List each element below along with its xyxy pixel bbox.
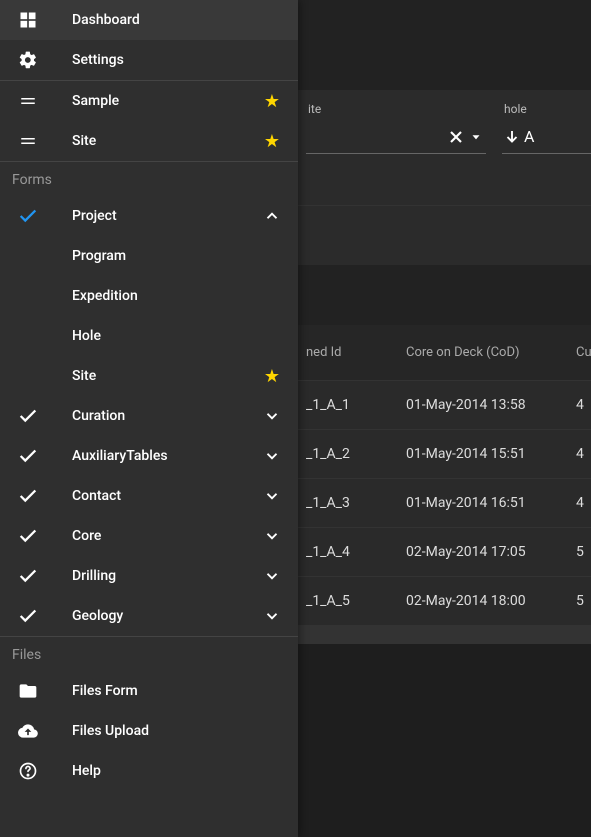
cell-cod: 01-May-2014 16:51 (406, 495, 576, 511)
table-row[interactable]: _1_A_2 01-May-2014 15:51 4 (298, 430, 591, 479)
col-header-cod[interactable]: Core on Deck (CoD) (406, 345, 576, 360)
check-icon (16, 604, 40, 628)
check-icon (16, 564, 40, 588)
cell-id: _1_A_1 (306, 397, 406, 413)
topbar (298, 0, 591, 90)
cell-id: _1_A_4 (306, 544, 406, 560)
check-icon (16, 404, 40, 428)
sidebar-group-auxiliary[interactable]: AuxiliaryTables (0, 436, 298, 476)
table-row[interactable]: _1_A_4 02-May-2014 17:05 5 (298, 528, 591, 577)
col-header-cur[interactable]: Cu (576, 345, 591, 360)
sidebar-item-label: Project (72, 208, 262, 224)
main-content: ite hole A (298, 0, 591, 837)
star-icon[interactable]: ★ (262, 131, 282, 152)
sidebar-item-label: Program (72, 248, 282, 264)
table-row[interactable]: _1_A_5 02-May-2014 18:00 5 (298, 577, 591, 626)
sidebar-item-label: AuxiliaryTables (72, 448, 262, 464)
data-table: ned Id Core on Deck (CoD) Cu _1_A_1 01-M… (298, 325, 591, 644)
sidebar-item-site[interactable]: Site ★ (0, 356, 298, 396)
table-header: ned Id Core on Deck (CoD) Cu (298, 325, 591, 381)
filter-hole[interactable]: hole A (502, 102, 591, 154)
cell-cur: 5 (576, 593, 591, 609)
sidebar-group-core[interactable]: Core (0, 516, 298, 556)
table-row[interactable]: _1_A_3 01-May-2014 16:51 4 (298, 479, 591, 528)
cell-cod: 01-May-2014 13:58 (406, 397, 576, 413)
chevron-down-icon (262, 527, 282, 545)
forms-section-header: Forms (0, 161, 298, 196)
sidebar-item-label: Help (72, 763, 282, 779)
sidebar-item-label: Expedition (72, 288, 282, 304)
sidebar-item-dashboard[interactable]: Dashboard (0, 0, 298, 40)
cell-cod: 02-May-2014 17:05 (406, 544, 576, 560)
check-icon (16, 484, 40, 508)
sidebar-item-label: Files Form (72, 683, 282, 699)
help-icon (16, 759, 40, 783)
sidebar-item-program[interactable]: Program (0, 236, 298, 276)
sidebar-item-sample[interactable]: Sample ★ (0, 81, 298, 121)
sidebar-group-project[interactable]: Project (0, 196, 298, 236)
sidebar-item-files-upload[interactable]: Files Upload (0, 711, 298, 751)
col-header-id[interactable]: ned Id (306, 345, 406, 360)
filter-value[interactable]: A (522, 127, 536, 146)
cell-cur: 4 (576, 446, 591, 462)
sidebar-item-label: Dashboard (72, 12, 282, 28)
cell-id: _1_A_2 (306, 446, 406, 462)
check-icon (16, 524, 40, 548)
sidebar-item-label: Core (72, 528, 262, 544)
sidebar-item-site-shortcut[interactable]: Site ★ (0, 121, 298, 161)
sidebar-item-label: Site (72, 368, 262, 384)
cloud-upload-icon (16, 719, 40, 743)
cell-cur: 4 (576, 397, 591, 413)
sidebar-item-label: Files Upload (72, 723, 282, 739)
cell-cur: 4 (576, 495, 591, 511)
filter-label: ite (306, 102, 486, 116)
sidebar-item-help[interactable]: Help (0, 751, 298, 791)
sidebar: Dashboard Settings Sample ★ Site ★ Forms (0, 0, 298, 837)
sidebar-item-label: Sample (72, 93, 262, 109)
chevron-up-icon (262, 207, 282, 225)
sidebar-item-label: Contact (72, 488, 262, 504)
check-icon (16, 444, 40, 468)
sidebar-group-drilling[interactable]: Drilling (0, 556, 298, 596)
cell-id: _1_A_3 (306, 495, 406, 511)
cell-cod: 01-May-2014 15:51 (406, 446, 576, 462)
chevron-down-icon (262, 487, 282, 505)
star-icon[interactable]: ★ (262, 91, 282, 112)
cell-id: _1_A_5 (306, 593, 406, 609)
dashboard-icon (16, 8, 40, 32)
sidebar-item-label: Site (72, 133, 262, 149)
menu-icon (16, 89, 40, 113)
menu-icon (16, 129, 40, 153)
sidebar-item-label: Hole (72, 328, 282, 344)
dropdown-ic-icon[interactable] (466, 130, 486, 144)
sidebar-item-settings[interactable]: Settings (0, 40, 298, 80)
table-row[interactable]: _1_A_1 01-May-2014 13:58 4 (298, 381, 591, 430)
cell-cod: 02-May-2014 18:00 (406, 593, 576, 609)
cell-cur: 5 (576, 544, 591, 560)
sidebar-item-label: Curation (72, 408, 262, 424)
sidebar-group-curation[interactable]: Curation (0, 396, 298, 436)
sidebar-group-geology[interactable]: Geology (0, 596, 298, 636)
sort-down-icon[interactable] (502, 128, 522, 146)
sidebar-item-label: Drilling (72, 568, 262, 584)
sidebar-item-label: Geology (72, 608, 262, 624)
chevron-down-icon (262, 407, 282, 425)
clear-icon[interactable] (446, 127, 466, 147)
gear-icon (16, 48, 40, 72)
chevron-down-icon (262, 607, 282, 625)
sidebar-item-expedition[interactable]: Expedition (0, 276, 298, 316)
filter-site[interactable]: ite (306, 102, 486, 154)
check-icon (16, 204, 40, 228)
sidebar-item-hole[interactable]: Hole (0, 316, 298, 356)
chevron-down-icon (262, 567, 282, 585)
files-section-header: Files (0, 636, 298, 671)
sidebar-item-label: Settings (72, 52, 282, 68)
sidebar-item-files-form[interactable]: Files Form (0, 671, 298, 711)
chevron-down-icon (262, 447, 282, 465)
folder-icon (16, 679, 40, 703)
filter-label: hole (502, 102, 591, 116)
filter-bar: ite hole A (298, 90, 591, 205)
star-icon[interactable]: ★ (262, 366, 282, 387)
sidebar-group-contact[interactable]: Contact (0, 476, 298, 516)
